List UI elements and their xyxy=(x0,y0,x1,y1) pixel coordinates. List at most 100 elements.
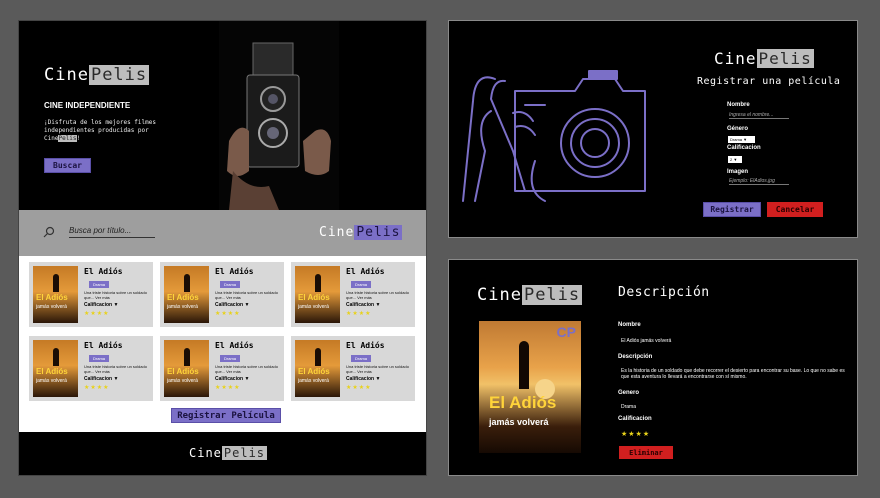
detail-desc-label: Descripción xyxy=(618,354,653,360)
movie-description: Una triste historia sobre un soldado que… xyxy=(346,364,409,374)
search-input[interactable]: Busca por título... xyxy=(69,226,155,238)
poster-subtitle: jamás volverá xyxy=(36,304,67,310)
rating-stars: ★★★★ xyxy=(346,385,372,391)
brand-logo[interactable]: Cine Pelis xyxy=(44,65,150,85)
rating-dropdown[interactable]: Calificacion ▼ xyxy=(84,302,118,308)
movie-description: Una triste historia sobre un soldado que… xyxy=(215,290,278,300)
brand-suffix: Pelis xyxy=(354,225,403,240)
rating-dropdown[interactable]: Calificacion ▼ xyxy=(215,376,249,382)
detail-desc-value: Es la historia de un soldado que debe re… xyxy=(621,368,845,380)
poster-soldier xyxy=(53,348,59,366)
detail-genre-value: Drama xyxy=(621,404,637,410)
detail-genre-label: Genero xyxy=(618,390,640,396)
poster-soldier xyxy=(315,274,321,292)
detail-brand[interactable]: Cine Pelis xyxy=(477,285,583,305)
footer-brand[interactable]: Cine Pelis xyxy=(189,446,268,460)
movie-description: Una triste historia sobre un soldado que… xyxy=(346,290,409,300)
register-brand[interactable]: Cine Pelis xyxy=(714,49,814,68)
brand-suffix: Pelis xyxy=(221,446,268,460)
movie-title[interactable]: El Adiós xyxy=(84,267,123,276)
rating-dropdown[interactable]: Calificacion ▼ xyxy=(346,376,380,382)
register-submit-button[interactable]: Registrar xyxy=(703,202,761,217)
movie-card[interactable]: El Adiós jamás volverá El Adiós Drama Una tr… xyxy=(291,262,415,327)
genre-badge: Drama xyxy=(89,355,110,362)
search-button[interactable]: Buscar xyxy=(44,158,91,173)
rating-stars: ★★★★ xyxy=(84,385,110,391)
movie-poster-thumb[interactable]: El Adiós jamás volverá xyxy=(33,266,78,323)
image-label: Imagen xyxy=(727,169,749,175)
poster-subtitle: jamás volverá xyxy=(167,304,198,310)
genre-badge: Drama xyxy=(220,281,241,288)
rating-select[interactable]: 2 ▼ xyxy=(728,156,742,163)
poster-subtitle: jamás volverá xyxy=(167,378,198,384)
hero-desc-highlight: Pelis xyxy=(58,135,77,142)
movie-grid: El Adiós jamás volverá El Adiós Drama Una tr… xyxy=(19,256,426,432)
detail-name-value: El Adiós jamás volverá xyxy=(621,338,672,344)
movie-title[interactable]: El Adiós xyxy=(84,341,123,350)
movie-card[interactable]: El Adiós jamás volverá El Adiós Drama Una tr… xyxy=(291,336,415,401)
brand-prefix: Cine xyxy=(714,49,757,68)
register-movie-button[interactable]: Registrar Película xyxy=(171,408,281,423)
movie-card[interactable]: El Adiós jamás volverá El Adiós Drama Una tr… xyxy=(29,262,153,327)
movie-poster-thumb[interactable]: El Adiós jamás volverá xyxy=(164,340,209,397)
poster-title: El Adiós xyxy=(36,293,68,302)
poster-brand: CP xyxy=(556,324,576,340)
poster-title: El Adiós xyxy=(167,293,199,302)
register-cancel-button[interactable]: Cancelar xyxy=(767,202,823,217)
poster-subtitle: jamás volverá xyxy=(298,378,329,384)
movie-description: Una triste historia sobre un soldado que… xyxy=(84,290,147,300)
genre-badge: Drama xyxy=(351,355,372,362)
genre-select[interactable]: Drama ▼ xyxy=(728,136,755,143)
image-input[interactable]: Ejemplo: ElAdios.jpg xyxy=(729,178,789,185)
movie-poster-thumb[interactable]: El Adiós jamás volverá xyxy=(295,340,340,397)
rating-stars: ★★★★ xyxy=(215,311,241,317)
movie-poster-thumb[interactable]: El Adiós jamás volverá xyxy=(295,266,340,323)
movie-poster: CP El Adiós jamás volverá xyxy=(479,321,581,453)
movie-card[interactable]: El Adiós jamás volverá El Adiós Drama Una tr… xyxy=(160,262,284,327)
genre-badge: Drama xyxy=(220,355,241,362)
name-input[interactable]: Ingresa el nombre... xyxy=(729,112,789,119)
brand-suffix: Pelis xyxy=(756,49,814,68)
movie-description: Una triste historia sobre un soldado que… xyxy=(84,364,147,374)
movie-card[interactable]: El Adiós jamás volverá El Adiós Drama Una tr… xyxy=(29,336,153,401)
movie-title[interactable]: El Adiós xyxy=(346,267,385,276)
poster-title: El Adiós xyxy=(167,367,199,376)
searchbar-brand[interactable]: Cine Pelis xyxy=(319,225,403,240)
rating-stars: ★★★★ xyxy=(84,311,110,317)
poster-title: El Adiós xyxy=(36,367,68,376)
poster-title: El Adiós xyxy=(298,367,330,376)
movie-card[interactable]: El Adiós jamás volverá El Adiós Drama Una tr… xyxy=(160,336,284,401)
detail-title: Descripción xyxy=(618,285,710,300)
poster-soldier xyxy=(184,274,190,292)
detail-rating-stars: ★★★★ xyxy=(621,431,651,438)
movie-title[interactable]: El Adiós xyxy=(346,341,385,350)
genre-label: Género xyxy=(727,126,749,132)
genre-badge: Drama xyxy=(89,281,110,288)
movie-title[interactable]: El Adiós xyxy=(215,267,254,276)
brand-prefix: Cine xyxy=(44,65,89,85)
poster-soldier xyxy=(519,341,529,389)
movie-title[interactable]: El Adiós xyxy=(215,341,254,350)
brand-prefix: Cine xyxy=(477,285,522,305)
movie-poster-thumb[interactable]: El Adiós jamás volverá xyxy=(164,266,209,323)
poster-subtitle: jamás volverá xyxy=(298,304,329,310)
movie-poster-thumb[interactable]: El Adiós jamás volverá xyxy=(33,340,78,397)
poster-title: El Adiós xyxy=(489,393,557,412)
rating-dropdown[interactable]: Calificacion ▼ xyxy=(346,302,380,308)
rating-dropdown[interactable]: Calificacion ▼ xyxy=(215,302,249,308)
poster-subtitle: jamás volverá xyxy=(36,378,67,384)
search-bar: Busca por título... Cine Pelis xyxy=(19,210,426,256)
search-icon[interactable] xyxy=(43,226,55,238)
rating-dropdown[interactable]: Calificacion ▼ xyxy=(84,376,118,382)
genre-badge: Drama xyxy=(351,281,372,288)
rating-label: Calificacion xyxy=(727,145,761,151)
name-label: Nombre xyxy=(727,102,750,108)
camera-lineart-icon xyxy=(462,70,646,202)
poster-soldier xyxy=(53,274,59,292)
poster-subtitle: jamás volverá xyxy=(489,417,549,427)
home-screen: Cine Pelis CINE INDEPENDIENTE ¡Disfruta d… xyxy=(18,20,427,476)
detail-rating-label: Calificacion xyxy=(618,416,652,422)
brand-suffix: Pelis xyxy=(521,285,583,305)
brand-prefix: Cine xyxy=(319,225,355,240)
delete-button[interactable]: Eliminar xyxy=(619,446,673,459)
